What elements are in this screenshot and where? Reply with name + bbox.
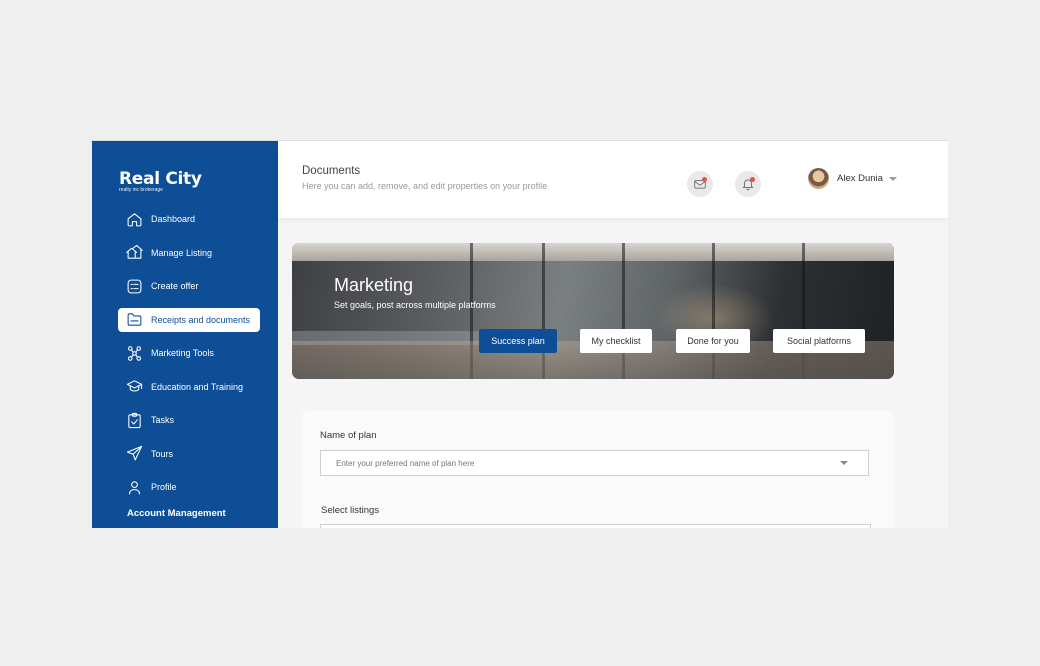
app-window: Real City realty inc brokerage Dashboard… — [92, 140, 948, 528]
mail-button[interactable] — [687, 171, 713, 197]
sidebar-item-label: Create offer — [151, 281, 199, 291]
account-management-heading[interactable]: Account Management — [127, 508, 226, 519]
done-for-you-button[interactable]: Done for you — [676, 329, 750, 353]
sidebar-item-label: Profile — [151, 482, 177, 492]
sidebar-item-manage-listing[interactable]: Manage Listing — [118, 241, 260, 265]
top-header: Documents Here you can add, remove, and … — [278, 141, 948, 218]
sidebar-item-tasks[interactable]: Tasks — [118, 408, 260, 432]
home-icon — [125, 210, 143, 228]
folder-icon — [125, 311, 143, 329]
plan-form: Name of plan Enter your preferred name o… — [302, 411, 894, 528]
my-checklist-button[interactable]: My checklist — [580, 329, 652, 353]
sidebar-item-label: Tours — [151, 448, 174, 459]
sidebar-nav: Dashboard Manage Listing Create offer Re… — [118, 207, 260, 509]
sidebar: Real City realty inc brokerage Dashboard… — [92, 141, 278, 528]
page-title: Documents — [302, 165, 361, 177]
banner-title: Marketing — [334, 275, 414, 295]
social-platforms-button[interactable]: Social platforms — [773, 329, 865, 353]
select-listings-label: Select listings — [321, 505, 380, 516]
sidebar-item-create-offer[interactable]: Create offer — [118, 274, 260, 298]
sidebar-item-marketing-tools[interactable]: Marketing Tools — [118, 341, 260, 365]
user-name: Alex Dunia — [837, 173, 883, 184]
sidebar-item-profile[interactable]: Profile — [118, 475, 260, 499]
plan-name-select[interactable]: Enter your preferred name of plan here — [320, 450, 869, 476]
chevron-down-icon — [840, 461, 848, 465]
chevron-down-icon — [888, 176, 897, 181]
offer-icon — [125, 277, 143, 295]
houses-icon — [125, 244, 143, 262]
banner-subtitle: Set goals, post across multiple platform… — [334, 300, 496, 310]
sidebar-item-label: Dashboard — [151, 214, 196, 224]
plan-name-placeholder: Enter your preferred name of plan here — [336, 458, 475, 468]
sidebar-item-label: Education and Training — [151, 381, 244, 392]
notification-dot — [702, 177, 707, 182]
select-listings-field[interactable] — [320, 524, 871, 528]
avatar — [808, 168, 829, 189]
plan-name-label: Name of plan — [320, 430, 377, 441]
network-icon — [125, 344, 143, 362]
page-subtitle: Here you can add, remove, and edit prope… — [302, 181, 548, 191]
user-icon — [125, 478, 143, 496]
notifications-button[interactable] — [735, 171, 761, 197]
success-plan-button[interactable]: Success plan — [479, 329, 557, 353]
clipboard-check-icon — [125, 411, 143, 429]
sidebar-item-tours[interactable]: Tours — [118, 442, 260, 466]
sidebar-item-label: Manage Listing — [151, 247, 213, 258]
graduation-cap-icon — [125, 378, 143, 396]
marketing-banner: Marketing Set goals, post across multipl… — [292, 243, 894, 379]
sidebar-item-dashboard[interactable]: Dashboard — [118, 207, 260, 231]
logo-tagline: realty inc brokerage — [119, 187, 163, 193]
sidebar-item-label: Marketing Tools — [151, 348, 214, 358]
notification-dot — [750, 177, 755, 182]
sidebar-item-receipts-and-documents[interactable]: Receipts and documents — [118, 307, 260, 332]
sidebar-item-label: Tasks — [151, 415, 175, 425]
logo-name: Real City — [119, 169, 202, 189]
user-menu[interactable]: Alex Dunia — [808, 168, 897, 189]
sidebar-item-label: Receipts and documents — [151, 314, 251, 325]
paper-plane-icon — [125, 445, 143, 463]
logo[interactable]: Real City realty inc brokerage — [119, 169, 202, 193]
sidebar-item-education-and-training[interactable]: Education and Training — [118, 375, 260, 399]
